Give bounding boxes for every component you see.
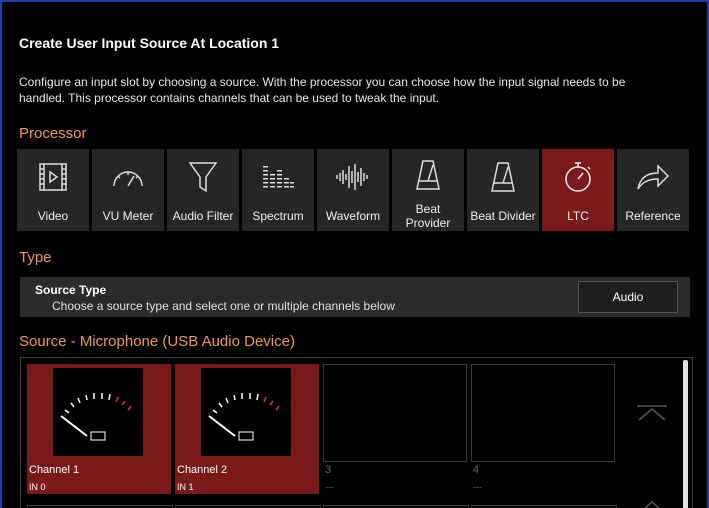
processor-reference[interactable]: Reference — [617, 149, 689, 231]
channel-input: --- — [473, 482, 482, 492]
channel-name: 4 — [473, 464, 480, 476]
scroll-up-icon[interactable] — [635, 404, 669, 424]
channel-placeholder — [471, 364, 615, 462]
processor-spectrum[interactable]: Spectrum — [242, 149, 314, 231]
source-type-hint: Choose a source type and select one or m… — [52, 299, 395, 313]
processor-beat-provider[interactable]: Beat Provider — [392, 149, 464, 231]
channel-tile[interactable]: 3 --- — [323, 364, 467, 494]
funnel-icon — [167, 159, 239, 195]
processor-label: LTC — [567, 209, 589, 223]
waveform-icon — [317, 159, 389, 195]
processor-label: Video — [37, 209, 69, 223]
channel-name: Channel 2 — [177, 464, 228, 476]
gauge-icon — [92, 159, 164, 195]
processor-beat-divider[interactable]: Beat Divider — [467, 149, 539, 231]
create-input-source-dialog: Create User Input Source At Location 1 C… — [0, 0, 709, 508]
scrollbar[interactable] — [683, 360, 688, 508]
scroll-up-icon[interactable] — [635, 496, 669, 508]
processor-list: Video VU Meter Audio Filter Spectrum Wav… — [17, 149, 689, 231]
source-type-label: Source Type — [35, 283, 107, 297]
channel-input: IN 0 — [29, 482, 46, 492]
dialog-description: Configure an input slot by choosing a so… — [19, 75, 626, 105]
stopwatch-icon — [542, 159, 614, 195]
processor-waveform[interactable]: Waveform — [317, 149, 389, 231]
channel-placeholder — [323, 364, 467, 462]
processor-audio-filter[interactable]: Audio Filter — [167, 149, 239, 231]
channel-name: 3 — [325, 464, 332, 476]
vu-meter-graphic — [53, 368, 143, 456]
processor-label: Spectrum — [252, 209, 304, 223]
processor-heading: Processor — [19, 125, 87, 142]
processor-label: Beat Divider — [470, 209, 536, 223]
processor-label: Reference — [625, 209, 681, 223]
channel-input: --- — [325, 482, 334, 492]
channel-input: IN 1 — [177, 482, 194, 492]
channel-name: Channel 1 — [29, 464, 80, 476]
vu-meter-graphic — [201, 368, 291, 456]
channel-tile[interactable]: 4 --- — [471, 364, 615, 494]
video-icon — [17, 159, 89, 195]
processor-ltc[interactable]: LTC — [542, 149, 614, 231]
source-type-row: Source Type Choose a source type and sel… — [20, 277, 690, 317]
share-arrow-icon — [617, 159, 689, 195]
metronome-icon — [392, 157, 464, 193]
source-type-select[interactable]: Audio — [578, 281, 678, 313]
processor-label: Audio Filter — [172, 209, 234, 223]
processor-vu-meter[interactable]: VU Meter — [92, 149, 164, 231]
processor-video[interactable]: Video — [17, 149, 89, 231]
dialog-title: Create User Input Source At Location 1 — [19, 35, 280, 51]
processor-label: Waveform — [325, 209, 381, 223]
source-heading: Source - Microphone (USB Audio Device) — [19, 333, 295, 350]
channel-tile[interactable]: Channel 2 IN 1 — [175, 364, 319, 494]
metronome-icon — [467, 159, 539, 195]
processor-label: Beat Provider — [405, 202, 451, 230]
type-heading: Type — [19, 249, 52, 266]
spectrum-icon — [242, 159, 314, 195]
channel-tile[interactable]: Channel 1 IN 0 — [27, 364, 171, 494]
processor-label: VU Meter — [102, 209, 154, 223]
channel-grid: Channel 1 IN 0 Channel 2 IN 1 3 --- 4 --… — [20, 357, 693, 508]
